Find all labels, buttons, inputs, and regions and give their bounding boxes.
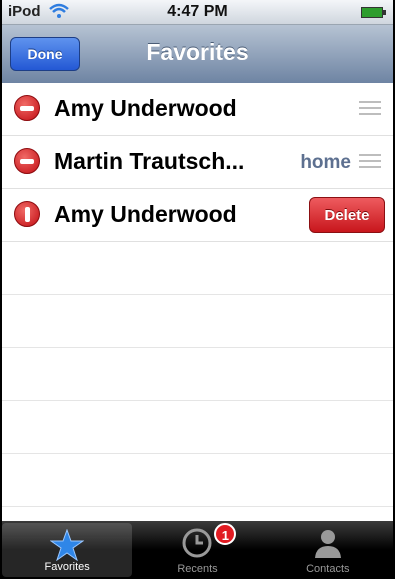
page-title: Favorites xyxy=(146,39,249,65)
tab-bar: Favorites 1 Recents Contacts xyxy=(2,521,393,579)
contact-name: Amy Underwood xyxy=(54,95,237,121)
nav-bar: Done Favorites xyxy=(2,25,393,84)
person-icon xyxy=(314,530,341,558)
status-bar: iPod 4:47 PM xyxy=(2,0,393,25)
star-icon xyxy=(50,529,85,561)
favorites-list: Amy Underwood Martin Trautsch... home Am… xyxy=(2,83,393,521)
status-time: 4:47 PM xyxy=(167,3,228,20)
delete-button[interactable]: Delete xyxy=(309,197,385,233)
number-type-label: home xyxy=(300,152,351,173)
battery-icon xyxy=(361,7,386,18)
reorder-handle-icon[interactable] xyxy=(359,101,381,115)
tab-label: Contacts xyxy=(306,563,350,575)
reorder-handle-icon[interactable] xyxy=(359,154,381,168)
delete-minus-icon[interactable] xyxy=(14,148,40,174)
notification-badge: 1 xyxy=(214,523,237,545)
favorite-row[interactable]: Amy Underwood Delete xyxy=(2,189,393,242)
phone-screen: iPod 4:47 PM Done Favorites Amy Underwoo… xyxy=(0,0,395,579)
delete-confirm-icon[interactable] xyxy=(14,201,40,227)
contact-name: Amy Underwood xyxy=(54,201,237,227)
tab-label: Favorites xyxy=(44,561,90,573)
favorite-row[interactable]: Amy Underwood xyxy=(2,83,393,136)
tab-contacts[interactable]: Contacts xyxy=(263,521,393,579)
favorite-row[interactable]: Martin Trautsch... home xyxy=(2,136,393,189)
contact-name: Martin Trautsch... xyxy=(54,148,245,174)
tab-label: Recents xyxy=(177,563,218,575)
delete-minus-icon[interactable] xyxy=(14,95,40,121)
tab-recents[interactable]: 1 Recents xyxy=(132,521,262,579)
clock-icon xyxy=(182,528,212,558)
tab-favorites[interactable]: Favorites xyxy=(2,523,133,577)
